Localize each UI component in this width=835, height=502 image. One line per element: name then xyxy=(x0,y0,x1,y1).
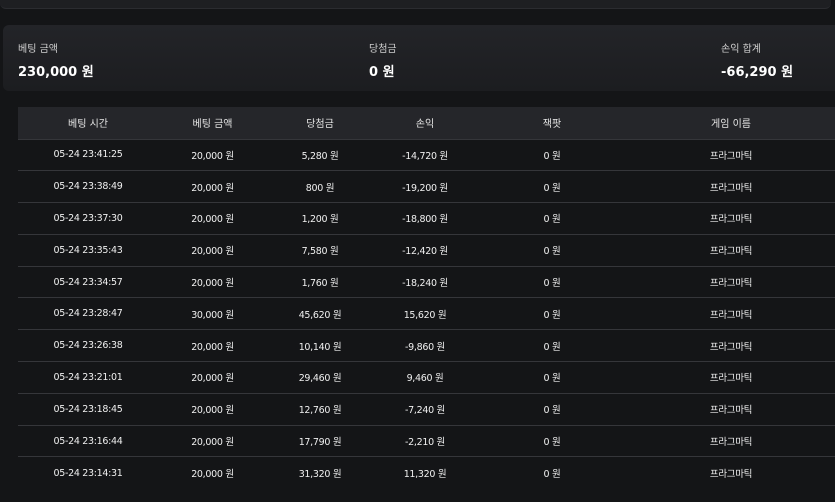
cell-bet-amount: 20,000 원 xyxy=(191,246,234,258)
cell-winnings: 5,280 원 xyxy=(301,150,339,162)
cell-bet-time: 05-24 23:38:49 xyxy=(53,181,123,193)
table-row: 05-24 23:28:47 30,000 원 45,620 원 15,620 원 0 … xyxy=(18,297,835,330)
cell-jackpot: 0 원 xyxy=(543,437,561,449)
cell-winnings: 1,200 원 xyxy=(301,214,339,226)
cell-winnings: 10,140 원 xyxy=(298,341,342,353)
summary-bet-amount-label: 베팅 금액 xyxy=(18,44,58,55)
cell-winnings: 1,760 원 xyxy=(301,278,339,290)
summary-winnings-label: 당첨금 xyxy=(369,44,397,55)
betting-summary-panel: 베팅 금액 230,000 원 당첨금 0 원 손익 합계 -66,290 원 xyxy=(3,25,835,91)
table-row: 05-24 23:37:30 20,000 원 1,200 원 -18,800 원 0 … xyxy=(18,202,835,235)
cell-game-name: 프라그마틱 xyxy=(709,246,753,258)
cell-bet-amount: 20,000 원 xyxy=(191,341,234,353)
header-bet-time: 베팅 시간 xyxy=(68,119,108,131)
cell-jackpot: 0 원 xyxy=(543,182,561,194)
cell-bet-time: 05-24 23:14:31 xyxy=(53,467,123,479)
cell-jackpot: 0 원 xyxy=(543,309,561,321)
cell-game-name: 프라그마틱 xyxy=(709,278,753,290)
cell-game-name: 프라그마틱 xyxy=(709,341,753,353)
table-row: 05-24 23:26:38 20,000 원 10,140 원 -9,860 원 0 … xyxy=(18,329,835,362)
cell-bet-amount: 20,000 원 xyxy=(191,214,234,226)
cell-jackpot: 0 원 xyxy=(543,214,561,226)
cell-bet-amount: 20,000 원 xyxy=(191,182,234,194)
summary-bet-amount: 베팅 금액 230,000 원 xyxy=(18,40,94,80)
cell-bet-time: 05-24 23:37:30 xyxy=(53,212,123,224)
cell-profit: 11,320 원 xyxy=(403,469,447,481)
cell-winnings: 17,790 원 xyxy=(298,437,342,449)
cell-game-name: 프라그마틱 xyxy=(709,309,753,321)
cell-jackpot: 0 원 xyxy=(543,246,561,258)
cell-winnings: 7,580 원 xyxy=(301,246,339,258)
header-jackpot: 잭팟 xyxy=(542,119,562,131)
cell-game-name: 프라그마틱 xyxy=(709,405,753,417)
cell-bet-time: 05-24 23:34:57 xyxy=(53,276,123,288)
cell-jackpot: 0 원 xyxy=(543,341,561,353)
cell-game-name: 프라그마틱 xyxy=(709,373,753,385)
cell-profit: -14,720 원 xyxy=(402,150,448,162)
cell-profit: -9,860 원 xyxy=(405,341,445,353)
summary-profit-total-label: 손익 합계 xyxy=(721,44,761,55)
cell-bet-amount: 20,000 원 xyxy=(191,437,234,449)
cell-bet-time: 05-24 23:21:01 xyxy=(53,371,123,383)
table-row: 05-24 23:18:45 20,000 원 12,760 원 -7,240 원 0 … xyxy=(18,393,835,425)
cell-bet-amount: 20,000 원 xyxy=(191,373,234,385)
cell-jackpot: 0 원 xyxy=(543,373,561,385)
cell-game-name: 프라그마틱 xyxy=(709,182,753,194)
cell-winnings: 800 원 xyxy=(305,182,335,194)
cell-bet-amount: 20,000 원 xyxy=(191,150,234,162)
table-row: 05-24 23:35:43 20,000 원 7,580 원 -12,420 원 0 … xyxy=(18,234,835,266)
cell-bet-time: 05-24 23:28:47 xyxy=(53,308,123,320)
cell-bet-amount: 30,000 원 xyxy=(191,309,234,321)
table-header-row: 베팅 시간 베팅 금액 당첨금 손익 잭팟 게임 이름 xyxy=(18,107,835,139)
table-row: 05-24 23:16:44 20,000 원 17,790 원 -2,210 원 0 … xyxy=(18,425,835,457)
cell-bet-time: 05-24 23:41:25 xyxy=(53,149,123,161)
cell-bet-time: 05-24 23:35:43 xyxy=(53,244,123,256)
table-row: 05-24 23:21:01 20,000 원 29,460 원 9,460 원 0 원… xyxy=(18,361,835,394)
cell-bet-time: 05-24 23:26:38 xyxy=(53,340,123,352)
cell-jackpot: 0 원 xyxy=(543,150,561,162)
betting-history-table: 베팅 시간 베팅 금액 당첨금 손익 잭팟 게임 이름 05-24 23:41:… xyxy=(18,107,835,489)
cell-jackpot: 0 원 xyxy=(543,405,561,417)
cell-game-name: 프라그마틱 xyxy=(709,214,753,226)
cell-profit: -18,800 원 xyxy=(402,214,448,226)
table-row: 05-24 23:34:57 20,000 원 1,760 원 -18,240 원 0 … xyxy=(18,266,835,298)
cell-jackpot: 0 원 xyxy=(543,278,561,290)
cell-bet-amount: 20,000 원 xyxy=(191,405,234,417)
cell-winnings: 45,620 원 xyxy=(298,309,342,321)
cell-profit: -19,200 원 xyxy=(402,182,448,194)
top-panel-edge xyxy=(0,0,831,9)
cell-profit: -12,420 원 xyxy=(402,246,448,258)
table-row: 05-24 23:41:25 20,000 원 5,280 원 -14,720 원 0 … xyxy=(18,139,835,171)
cell-profit: 15,620 원 xyxy=(403,309,447,321)
cell-bet-amount: 20,000 원 xyxy=(191,469,234,481)
header-game-name: 게임 이름 xyxy=(711,119,751,131)
cell-bet-time: 05-24 23:18:45 xyxy=(53,403,123,415)
summary-profit-total: 손익 합계 -66,290 원 xyxy=(721,40,793,80)
cell-winnings: 31,320 원 xyxy=(298,469,342,481)
cell-profit: -18,240 원 xyxy=(402,278,448,290)
cell-bet-time: 05-24 23:16:44 xyxy=(53,435,123,447)
cell-winnings: 12,760 원 xyxy=(298,405,342,417)
summary-profit-total-value: -66,290 원 xyxy=(721,65,794,80)
cell-profit: -2,210 원 xyxy=(405,437,445,449)
cell-bet-amount: 20,000 원 xyxy=(191,278,234,290)
cell-winnings: 29,460 원 xyxy=(298,373,342,385)
header-profit: 손익 xyxy=(415,119,435,131)
table-row: 05-24 23:14:31 20,000 원 31,320 원 11,320 원 0 … xyxy=(18,456,835,489)
cell-game-name: 프라그마틱 xyxy=(709,469,753,481)
header-bet-amount: 베팅 금액 xyxy=(192,119,233,131)
cell-profit: 9,460 원 xyxy=(406,373,444,385)
cell-jackpot: 0 원 xyxy=(543,469,561,481)
cell-profit: -7,240 원 xyxy=(405,405,445,417)
header-winnings: 당첨금 xyxy=(306,119,334,131)
cell-game-name: 프라그마틱 xyxy=(709,437,753,449)
summary-bet-amount-value: 230,000 원 xyxy=(18,65,94,80)
betting-history-table-container: 베팅 시간 베팅 금액 당첨금 손익 잭팟 게임 이름 05-24 23:41:… xyxy=(18,107,835,489)
cell-game-name: 프라그마틱 xyxy=(709,150,753,162)
table-row: 05-24 23:38:49 20,000 원 800 원 -19,200 원 0 원 프… xyxy=(18,170,835,203)
summary-winnings: 당첨금 0 원 xyxy=(369,40,397,80)
summary-winnings-value: 0 원 xyxy=(369,65,395,80)
